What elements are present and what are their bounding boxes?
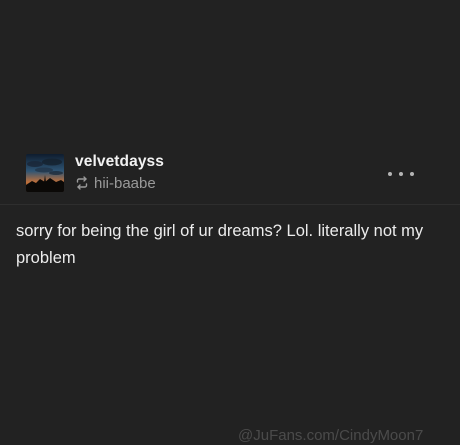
reblog-source: hii-baabe [75, 173, 156, 193]
reblogged-from-blog-name[interactable]: hii-baabe [94, 175, 156, 192]
post-header: velvetdayss hii-baabe [26, 152, 444, 196]
reblog-icon [75, 176, 89, 190]
avatar-image [26, 154, 64, 192]
watermark: @JuFans.com/CindyMoon7 [238, 427, 424, 444]
ellipsis-icon[interactable] [388, 168, 414, 180]
post-body-text: sorry for being the girl of ur dreams? L… [16, 222, 424, 267]
avatar[interactable] [26, 154, 64, 192]
header-divider [0, 204, 460, 205]
blog-name[interactable]: velvetdayss [75, 153, 164, 171]
